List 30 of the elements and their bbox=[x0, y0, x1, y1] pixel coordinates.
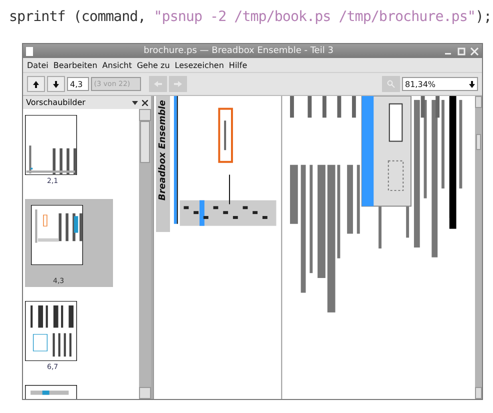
menu-item[interactable]: Hilfe bbox=[228, 60, 248, 70]
menu-item[interactable]: Bearbeiten bbox=[53, 60, 98, 70]
search-icon bbox=[387, 80, 395, 88]
scrollbar[interactable] bbox=[474, 96, 482, 399]
page-thumbnail[interactable] bbox=[25, 385, 77, 399]
window-title: brochure.ps — Breadbox Ensemble - Teil 3 bbox=[142, 46, 334, 56]
previous-page-button[interactable] bbox=[27, 76, 45, 92]
dropdown-icon[interactable] bbox=[132, 100, 138, 104]
scrollbar[interactable] bbox=[139, 109, 151, 399]
up-arrow-icon bbox=[33, 80, 39, 88]
down-arrow-icon bbox=[53, 80, 59, 88]
next-page-button[interactable] bbox=[47, 76, 65, 92]
menu-item[interactable]: Datei bbox=[27, 60, 48, 70]
forward-arrow-icon bbox=[174, 81, 182, 87]
menu-item[interactable]: Lesezeichen bbox=[174, 60, 224, 70]
zoom-dropdown[interactable]: 81,34% bbox=[402, 77, 478, 91]
document-title: Breadbox Ensemble bbox=[158, 100, 168, 201]
maximize-icon[interactable] bbox=[457, 46, 466, 56]
menu-item[interactable]: Gehe zu bbox=[136, 60, 170, 70]
back-arrow-icon bbox=[154, 81, 162, 87]
panel-title: Vorschaubilder bbox=[26, 98, 86, 107]
document-icon bbox=[26, 46, 33, 56]
page-field[interactable]: 4,3 bbox=[67, 77, 89, 91]
page-thumbnail[interactable] bbox=[25, 301, 77, 361]
close-icon[interactable] bbox=[142, 100, 148, 106]
page-thumbnail[interactable] bbox=[25, 115, 77, 175]
code-line: sprintf (command, "psnup -2 /tmp/book.ps /tmp/brochure.ps"); bbox=[9, 9, 493, 25]
down-arrow-icon bbox=[469, 80, 475, 88]
menu-item[interactable]: Ansicht bbox=[102, 60, 132, 70]
page-thumbnail[interactable] bbox=[31, 205, 83, 265]
